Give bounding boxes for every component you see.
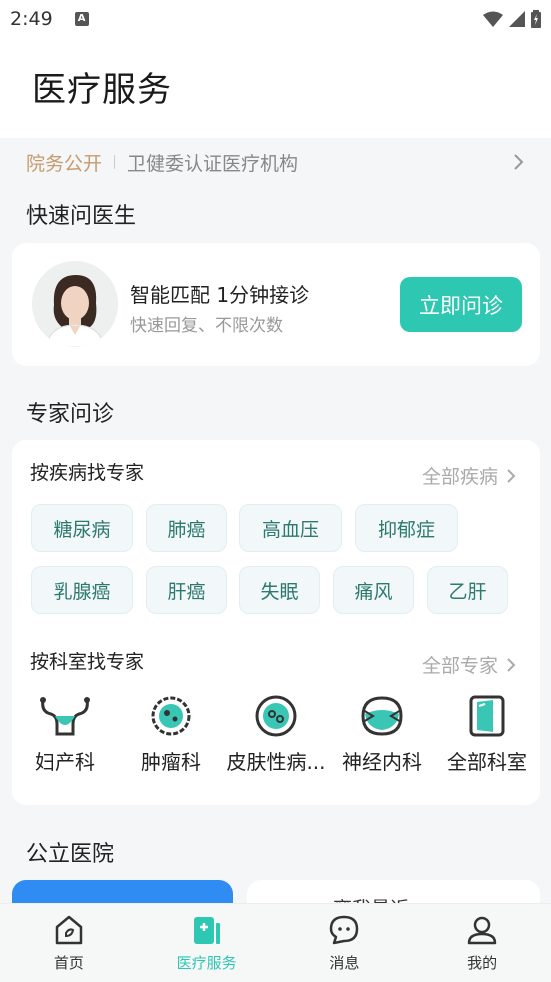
all-experts-label: 全部专家: [421, 655, 498, 677]
doctor-avatar: [32, 261, 118, 347]
page-title: 医疗服务: [32, 70, 172, 110]
tab-messages[interactable]: 消息: [276, 904, 414, 982]
door-icon: [469, 695, 505, 737]
dept-label: 妇产科: [35, 750, 95, 774]
chevron-right-icon: [507, 468, 516, 483]
dept-all[interactable]: 全部科室: [434, 694, 540, 775]
quick-section-title: 快速问医生: [26, 204, 137, 229]
neuro-icon: [361, 696, 403, 736]
notice-divider: [114, 155, 116, 169]
quick-consult-card[interactable]: 智能匹配 1分钟接诊 快速回复、不限次数 立即问诊: [12, 243, 540, 366]
notification-a-icon: A: [74, 12, 89, 26]
battery-icon: [531, 10, 541, 28]
tab-home[interactable]: 首页: [0, 904, 138, 982]
tab-profile[interactable]: 我的: [413, 904, 551, 982]
dept-label: 全部科室: [447, 750, 527, 774]
status-bar: 2:49 A: [0, 0, 551, 38]
chevron-right-icon: [514, 154, 524, 170]
expert-section-title: 专家问诊: [26, 402, 115, 427]
header: 医疗服务: [0, 38, 551, 138]
quick-title: 智能匹配 1分钟接诊: [130, 283, 310, 307]
dept-oncology[interactable]: 肿瘤科: [118, 694, 224, 775]
notice-tag: 院务公开: [26, 152, 103, 175]
medical-icon: [193, 917, 220, 944]
status-icons: [483, 10, 541, 28]
notice-bar[interactable]: 院务公开 卫健委认证医疗机构: [0, 140, 551, 184]
wifi-icon: [483, 11, 503, 27]
quick-subtitle: 快速回复、不限次数: [130, 316, 283, 336]
consult-now-button[interactable]: 立即问诊: [400, 277, 522, 332]
disease-tag[interactable]: 肺癌: [146, 504, 227, 552]
tab-label: 消息: [329, 954, 360, 972]
tab-medical-service[interactable]: 医疗服务: [138, 904, 276, 982]
profile-icon: [467, 916, 497, 945]
dept-dermatology[interactable]: 皮肤性病...: [223, 694, 329, 775]
tumor-icon: [151, 696, 191, 736]
uterus-icon: [40, 697, 90, 736]
disease-tag[interactable]: 糖尿病: [31, 504, 133, 552]
message-icon: [330, 915, 359, 945]
dept-label: 肿瘤科: [141, 750, 201, 774]
dept-label: 皮肤性病...: [226, 750, 326, 774]
chevron-right-icon: [507, 657, 516, 672]
signal-icon: [509, 11, 525, 27]
dept-label: 神经内科: [342, 750, 422, 774]
disease-tag[interactable]: 失眠: [239, 566, 320, 614]
tab-label: 我的: [467, 954, 498, 972]
bottom-tab-bar: 首页 医疗服务 消息 我的: [0, 903, 551, 982]
home-icon: [55, 915, 83, 945]
skin-icon: [255, 695, 297, 737]
tab-label: 首页: [53, 954, 84, 972]
all-diseases-link[interactable]: 全部疾病: [422, 462, 516, 489]
all-diseases-label: 全部疾病: [421, 466, 498, 488]
dept-obstetrics[interactable]: 妇产科: [12, 694, 118, 775]
disease-tag[interactable]: 抑郁症: [355, 504, 458, 552]
tab-label: 医疗服务: [176, 954, 237, 972]
all-experts-link[interactable]: 全部专家: [422, 651, 516, 678]
dept-neurology[interactable]: 神经内科: [329, 694, 435, 775]
disease-tag[interactable]: 乳腺癌: [31, 566, 133, 614]
status-time: 2:49: [10, 8, 53, 30]
disease-tag[interactable]: 乙肝: [427, 566, 508, 614]
disease-tag[interactable]: 高血压: [239, 504, 342, 552]
notice-text: 卫健委认证医疗机构: [127, 152, 299, 175]
disease-title: 按疾病找专家: [30, 462, 145, 484]
expert-card: 按疾病找专家 全部疾病 糖尿病 肺癌 高血压 抑郁症 乳腺癌 肝癌 失眠 痛风 …: [12, 440, 540, 805]
hospital-section-title: 公立医院: [26, 842, 115, 867]
dept-title: 按科室找专家: [30, 651, 145, 673]
disease-tag[interactable]: 痛风: [333, 566, 414, 614]
disease-tag[interactable]: 肝癌: [146, 566, 227, 614]
